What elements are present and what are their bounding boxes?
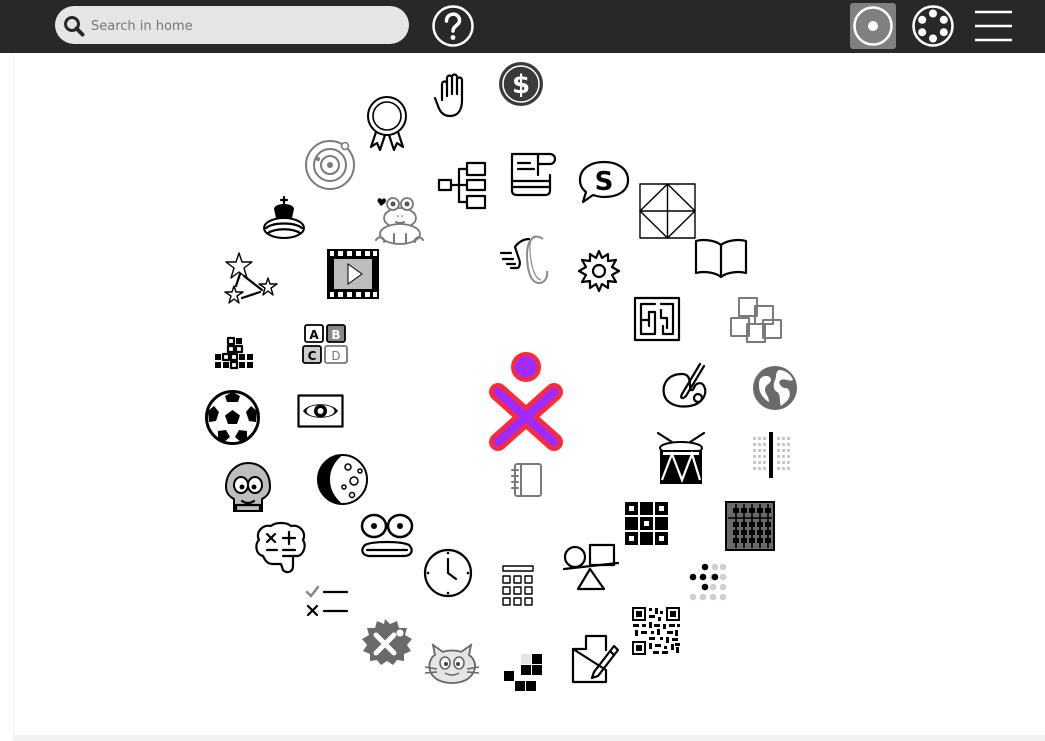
speak-activity-icon[interactable] <box>297 394 344 428</box>
cat-activity-icon[interactable] <box>423 642 481 685</box>
physics-activity-icon[interactable] <box>562 541 620 593</box>
brain-activity-icon[interactable] <box>253 520 309 576</box>
scratch-activity-icon[interactable]: S <box>578 159 630 205</box>
help-icon <box>432 5 474 47</box>
paint-activity-icon[interactable] <box>660 360 712 412</box>
search-input[interactable] <box>89 12 393 40</box>
list-view-icon <box>975 10 1012 42</box>
squares-activity-icon[interactable] <box>623 500 671 546</box>
chess-activity-icon[interactable] <box>261 195 307 240</box>
to-do-activity-icon[interactable] <box>304 584 350 620</box>
measure-activity-icon[interactable] <box>751 431 793 479</box>
fill-in-activity-icon[interactable] <box>356 617 414 665</box>
xo-owner-icon[interactable] <box>488 350 564 451</box>
implode-activity-icon[interactable] <box>576 248 622 294</box>
four-in-a-row-activity-icon[interactable] <box>213 336 257 370</box>
award-activity-icon[interactable] <box>364 95 410 152</box>
moon-activity-icon[interactable] <box>316 453 369 506</box>
list-view-button[interactable] <box>970 3 1016 49</box>
dots-activity-icon[interactable] <box>688 562 732 606</box>
journal-activity-icon[interactable] <box>508 462 544 498</box>
solar-system-activity-icon[interactable] <box>304 139 356 191</box>
browse-activity-icon[interactable] <box>751 364 799 412</box>
svg-text:B: B <box>331 328 340 342</box>
qr-reader-activity-icon[interactable] <box>631 606 681 656</box>
svg-text:S: S <box>595 167 614 197</box>
svg-text:C: C <box>308 349 317 363</box>
favorites-view-button[interactable] <box>850 3 896 49</box>
abacus-activity-icon[interactable] <box>724 500 776 552</box>
typing-turtle-activity-icon[interactable] <box>499 231 551 287</box>
write-activity-icon[interactable] <box>570 634 620 686</box>
top-toolbar <box>0 0 1045 53</box>
soccer-activity-icon[interactable] <box>204 389 261 446</box>
record-activity-icon[interactable] <box>326 248 380 300</box>
blocks-activity-icon[interactable] <box>502 652 544 692</box>
read-activity-icon[interactable] <box>693 237 749 281</box>
memorize-activity-icon[interactable]: A B C D <box>301 323 351 367</box>
finance-activity-icon[interactable]: $ <box>498 61 544 107</box>
chat-activity-icon[interactable] <box>359 513 415 559</box>
help-activity-icon[interactable] <box>432 72 472 120</box>
tamtam-activity-icon[interactable] <box>655 430 707 486</box>
svg-text:A: A <box>309 328 319 342</box>
ring-view-button[interactable] <box>910 3 956 49</box>
portfolio-activity-icon[interactable] <box>729 296 783 346</box>
search-box[interactable] <box>55 6 409 44</box>
jukebox-activity-icon[interactable] <box>508 151 558 197</box>
calculate-activity-icon[interactable] <box>500 563 536 609</box>
clock-activity-icon[interactable] <box>422 547 474 599</box>
favorites-view-icon <box>853 6 893 46</box>
dimensions-activity-icon[interactable] <box>639 183 696 239</box>
frog-activity-icon[interactable] <box>372 194 427 246</box>
ring-view-icon <box>912 5 954 47</box>
fototoon-activity-icon[interactable] <box>222 461 274 513</box>
search-icon <box>64 16 85 37</box>
svg-text:D: D <box>331 349 340 363</box>
color-deducto-activity-icon[interactable] <box>222 252 280 306</box>
maze-activity-icon[interactable] <box>633 296 681 342</box>
log-activity-icon[interactable] <box>437 161 489 211</box>
help-button[interactable] <box>430 3 476 49</box>
svg-text:$: $ <box>512 70 530 100</box>
